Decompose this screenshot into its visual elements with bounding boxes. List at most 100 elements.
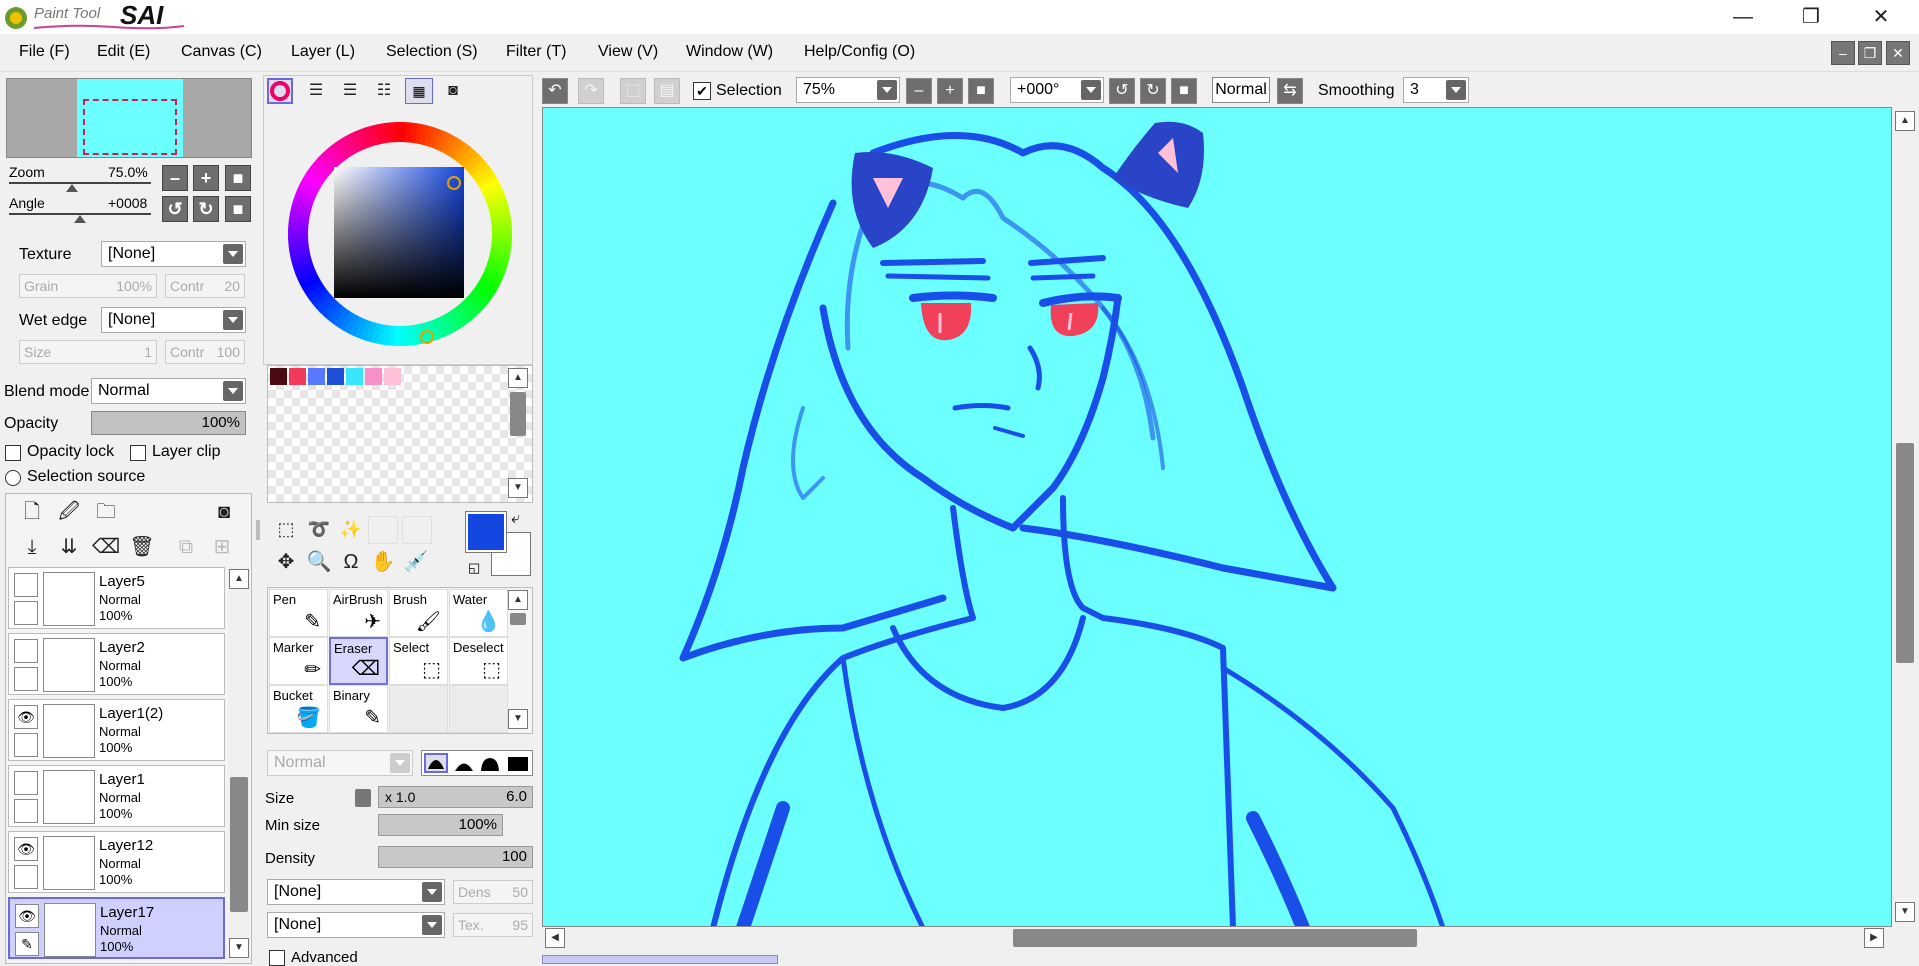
canvas-zoom-out-button[interactable]: – bbox=[906, 78, 932, 104]
color-wheel-tab-icon[interactable] bbox=[267, 78, 293, 104]
document-tab[interactable] bbox=[542, 955, 778, 964]
menu-filter[interactable]: Filter (T) bbox=[506, 43, 566, 61]
tool-airbrush[interactable]: AirBrush ✈ bbox=[329, 589, 388, 637]
swap-colors-icon[interactable]: ⤶ bbox=[511, 510, 520, 528]
layer-row[interactable]: 👁 Layer12 Normal 100% bbox=[8, 831, 225, 893]
hidden-layer-toggle[interactable] bbox=[14, 771, 38, 795]
canvas-rotate-reset-button[interactable]: ■ bbox=[1171, 78, 1197, 104]
brush-shape-2-icon[interactable] bbox=[454, 756, 474, 772]
move-icon[interactable]: ✥ bbox=[272, 548, 300, 576]
tool-scroll-up-button[interactable]: ▲ bbox=[508, 590, 528, 610]
canvas-hscroll-thumb[interactable] bbox=[1013, 929, 1417, 947]
layer-row[interactable]: 👁 Layer1(2) Normal 100% bbox=[8, 699, 225, 761]
canvas-vscroll-thumb[interactable] bbox=[1896, 443, 1914, 663]
transfer-down-icon[interactable]: ⤓ bbox=[18, 533, 46, 561]
tool-scroll-thumb[interactable] bbox=[510, 613, 526, 625]
brush-shape-4-icon[interactable] bbox=[508, 757, 528, 771]
lasso-icon[interactable]: ➰ bbox=[305, 515, 333, 543]
layer-scroll-up-button[interactable]: ▲ bbox=[229, 569, 249, 589]
hand-icon[interactable]: ✋ bbox=[369, 548, 397, 576]
mdi-restore-button[interactable]: ❐ bbox=[1858, 41, 1882, 65]
eye-icon[interactable]: 👁 bbox=[14, 705, 38, 729]
menu-canvas[interactable]: Canvas (C) bbox=[181, 43, 262, 61]
color-swatch[interactable] bbox=[384, 368, 401, 385]
eye-icon[interactable]: 👁 bbox=[14, 837, 38, 861]
menu-help-config[interactable]: Help/Config (O) bbox=[804, 43, 915, 61]
menu-selection[interactable]: Selection (S) bbox=[386, 43, 478, 61]
hidden-layer-toggle[interactable] bbox=[14, 573, 38, 597]
layer-lock-toggle[interactable] bbox=[14, 601, 38, 625]
menu-file[interactable]: File (F) bbox=[19, 43, 70, 61]
swatch-tab-icon[interactable]: ▦ bbox=[405, 78, 433, 104]
layer-row[interactable]: Layer2 Normal 100% bbox=[8, 633, 225, 695]
new-folder-icon[interactable]: 🗀 bbox=[92, 498, 120, 526]
brush-texture2-dropdown[interactable]: [None] bbox=[267, 912, 445, 938]
angle-slider-handle[interactable] bbox=[74, 215, 86, 223]
opacity-lock-checkbox[interactable] bbox=[5, 445, 21, 461]
merge-down-icon[interactable]: ⇊ bbox=[55, 533, 83, 561]
canvas-scroll-left-button[interactable]: ◀ bbox=[545, 928, 565, 948]
tool-binary[interactable]: Binary ✎ bbox=[329, 685, 388, 733]
rotate-right-button[interactable]: ↻ bbox=[193, 196, 219, 222]
canvas-scroll-down-button[interactable]: ▼ bbox=[1895, 902, 1915, 922]
canvas-angle-dropdown[interactable]: +000° bbox=[1010, 77, 1104, 103]
zoom-slider-handle[interactable] bbox=[66, 184, 78, 192]
texture-dropdown[interactable]: [None] bbox=[101, 241, 246, 267]
hue-ring[interactable] bbox=[276, 110, 524, 358]
layer-scroll-down-button[interactable]: ▼ bbox=[229, 938, 249, 958]
size-preset-button[interactable] bbox=[355, 789, 371, 807]
canvas-rotate-right-button[interactable]: ↻ bbox=[1140, 78, 1166, 104]
brush-shape-3-icon[interactable] bbox=[480, 756, 500, 772]
canvas-rotate-left-button[interactable]: ↺ bbox=[1109, 78, 1135, 104]
layer-lock-toggle[interactable] bbox=[14, 799, 38, 823]
tool-scroll-down-button[interactable]: ▼ bbox=[508, 709, 528, 729]
tool-water[interactable]: Water 💧 bbox=[449, 589, 508, 637]
layer-lock-toggle[interactable] bbox=[14, 865, 38, 889]
eye-icon[interactable]: 👁 bbox=[15, 904, 39, 928]
layer-scroll-thumb[interactable] bbox=[230, 777, 248, 912]
selection-checkbox[interactable]: ✔ bbox=[693, 82, 711, 100]
layer-mask-icon[interactable]: ◙ bbox=[210, 498, 238, 526]
flip-canvas-button[interactable]: ⇆ bbox=[1277, 78, 1303, 104]
swatch-scroll-down-button[interactable]: ▼ bbox=[508, 478, 528, 498]
primary-color[interactable] bbox=[465, 511, 507, 553]
tool-select[interactable]: Select ⬚ bbox=[389, 637, 448, 685]
size-slider[interactable]: x 1.0 6.0 bbox=[378, 786, 533, 808]
rotate-icon[interactable]: Ω bbox=[337, 548, 365, 576]
hsv-slider-tab-icon[interactable]: ☰ bbox=[336, 77, 364, 105]
minimize-button[interactable]: — bbox=[1714, 2, 1772, 32]
menu-view[interactable]: View (V) bbox=[598, 43, 658, 61]
opacity-slider[interactable]: 100% bbox=[91, 411, 246, 435]
color-swatch[interactable] bbox=[289, 368, 306, 385]
zoom-reset-button[interactable]: ■ bbox=[225, 165, 251, 191]
magic-wand-icon[interactable]: ✨ bbox=[337, 515, 365, 543]
zoom-slider[interactable] bbox=[9, 182, 151, 184]
hidden-layer-toggle[interactable] bbox=[14, 639, 38, 663]
tool-brush[interactable]: Brush 🖌 bbox=[389, 589, 448, 637]
wet-edge-dropdown[interactable]: [None] bbox=[101, 307, 246, 333]
new-layer-icon[interactable]: 🗋 bbox=[18, 498, 46, 526]
panel-splitter[interactable] bbox=[256, 520, 260, 540]
tool-deselect[interactable]: Deselect ⬚ bbox=[449, 637, 508, 685]
zoom-icon[interactable]: 🔍 bbox=[305, 548, 333, 576]
canvas-scroll-right-button[interactable]: ▶ bbox=[1864, 928, 1884, 948]
tool-marker[interactable]: Marker ✏ bbox=[269, 637, 328, 685]
close-button[interactable]: ✕ bbox=[1852, 2, 1910, 32]
zoom-in-button[interactable]: + bbox=[193, 165, 219, 191]
blend-mode-dropdown[interactable]: Normal bbox=[91, 378, 246, 404]
canvas-scroll-up-button[interactable]: ▲ bbox=[1895, 111, 1915, 131]
swatch-scroll-thumb[interactable] bbox=[510, 392, 526, 436]
color-swatch[interactable] bbox=[308, 368, 325, 385]
canvas-zoom-dropdown[interactable]: 75% bbox=[796, 77, 900, 103]
swatch-scroll-up-button[interactable]: ▲ bbox=[508, 368, 528, 388]
tool-pen[interactable]: Pen ✎ bbox=[269, 589, 328, 637]
smoothing-dropdown[interactable]: 3 bbox=[1403, 77, 1469, 103]
layer-row[interactable]: 👁 ✎ Layer17 Normal 100% bbox=[8, 897, 225, 959]
canvas-blend-field[interactable]: Normal bbox=[1212, 77, 1270, 103]
swatch-panel[interactable] bbox=[267, 365, 533, 503]
eyedropper-icon[interactable]: 💉 bbox=[402, 548, 430, 576]
brush-texture-dropdown[interactable]: [None] bbox=[267, 879, 445, 905]
mdi-minimize-button[interactable]: – bbox=[1831, 41, 1855, 65]
density-slider[interactable]: 100 bbox=[378, 846, 533, 868]
layer-row[interactable]: Layer5 Normal 100% bbox=[8, 567, 225, 629]
